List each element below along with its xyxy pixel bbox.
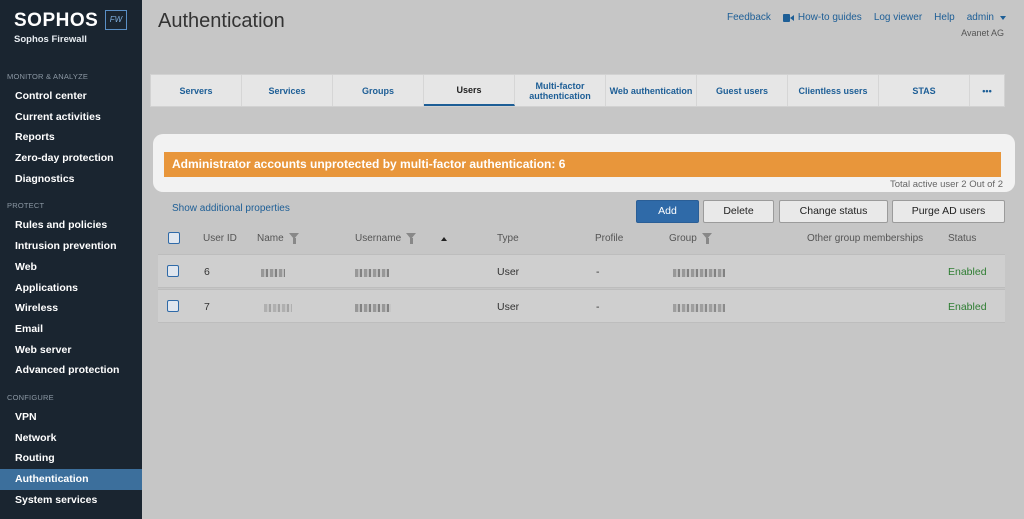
sidebar-item-diagnostics[interactable]: Diagnostics (0, 169, 142, 190)
name-filter-icon[interactable] (288, 233, 300, 244)
row-checkbox[interactable] (167, 265, 179, 277)
redacted-group (673, 304, 725, 312)
top-nav: Feedback How-to guides Log viewer Help a… (727, 12, 1006, 23)
redacted-name (264, 304, 292, 312)
sidebar-item-vpn[interactable]: VPN (0, 407, 142, 428)
redacted-username (355, 269, 389, 277)
redacted-group (673, 269, 725, 277)
table-header: User ID Name Username Type Profile Group… (158, 226, 1005, 254)
total-active-users: Total active user 2 Out of 2 (889, 179, 1003, 190)
sidebar-item-zero-day[interactable]: Zero-day protection (0, 148, 142, 169)
video-camera-icon (782, 13, 794, 22)
chevron-down-icon (1000, 15, 1006, 20)
col-profile[interactable]: Profile (595, 233, 623, 244)
more-tabs-icon[interactable]: ••• (970, 75, 1004, 106)
feedback-link[interactable]: Feedback (727, 12, 771, 23)
redacted-username (355, 304, 391, 312)
col-other-groups[interactable]: Other group memberships (807, 233, 923, 244)
col-type[interactable]: Type (497, 233, 519, 244)
row-profile: - (596, 266, 600, 278)
sidebar-item-web-server[interactable]: Web server (0, 340, 142, 361)
tab-groups[interactable]: Groups (333, 75, 424, 106)
sidebar-item-advanced[interactable]: Advanced protection (0, 360, 142, 381)
row-checkbox[interactable] (167, 300, 179, 312)
sort-ascending-icon[interactable] (441, 236, 448, 241)
row-type: User (497, 266, 520, 278)
sidebar-item-network[interactable]: Network (0, 428, 142, 449)
sidebar-item-reports[interactable]: Reports (0, 127, 142, 148)
col-userid[interactable]: User ID (203, 233, 237, 244)
purge-ad-users-button[interactable]: Purge AD users (892, 200, 1005, 223)
sidebar-item-current-activities[interactable]: Current activities (0, 107, 142, 128)
col-group[interactable]: Group (669, 233, 697, 244)
sidebar-item-applications[interactable]: Applications (0, 278, 142, 299)
mfa-alert-banner: Administrator accounts unprotected by mu… (164, 152, 1001, 177)
nav-section-protect: PROTECT (7, 201, 45, 211)
page-title: Authentication (158, 10, 285, 32)
sidebar-item-wireless[interactable]: Wireless (0, 298, 142, 319)
alert-panel: Administrator accounts unprotected by mu… (153, 134, 1015, 192)
col-name[interactable]: Name (257, 233, 284, 244)
tab-web-auth[interactable]: Web authentication (606, 75, 697, 106)
tab-bar: Servers Services Groups Users Multi-fact… (150, 74, 1005, 107)
col-username[interactable]: Username (355, 233, 401, 244)
tab-stas[interactable]: STAS (879, 75, 970, 106)
tab-mfa[interactable]: Multi-factor authentication (515, 75, 606, 106)
table-row[interactable]: 7 User - Enabled (158, 289, 1005, 323)
help-link[interactable]: Help (934, 12, 955, 23)
tab-clientless-users[interactable]: Clientless users (788, 75, 879, 106)
table-row[interactable]: 6 User - Enabled (158, 254, 1005, 288)
show-additional-properties-link[interactable]: Show additional properties (172, 203, 290, 214)
main-content: Authentication Feedback How-to guides Lo… (142, 0, 1024, 519)
status-badge: Enabled (948, 301, 987, 313)
group-filter-icon[interactable] (701, 233, 713, 244)
row-profile: - (596, 301, 600, 313)
col-status[interactable]: Status (948, 233, 976, 244)
fw-badge-icon: FW (105, 10, 127, 30)
status-badge: Enabled (948, 266, 987, 278)
sidebar-item-email[interactable]: Email (0, 319, 142, 340)
sidebar-item-system-services[interactable]: System services (0, 490, 142, 511)
tab-guest-users[interactable]: Guest users (697, 75, 788, 106)
row-user-id: 6 (204, 266, 210, 278)
row-user-id: 7 (204, 301, 210, 313)
nav-section-configure: CONFIGURE (7, 392, 54, 402)
admin-menu[interactable]: admin (967, 12, 1006, 23)
sidebar-item-authentication[interactable]: Authentication (0, 469, 142, 490)
sidebar-item-rules[interactable]: Rules and policies (0, 215, 142, 236)
row-type: User (497, 301, 520, 313)
tab-servers[interactable]: Servers (151, 75, 242, 106)
sidebar-item-routing[interactable]: Routing (0, 448, 142, 469)
org-name: Avanet AG (961, 28, 1004, 38)
add-button[interactable]: Add (636, 200, 699, 223)
brand-subtitle: Sophos Firewall (14, 34, 87, 45)
select-all-checkbox[interactable] (168, 232, 180, 244)
brand: SOPHOS Sophos Firewall FW (0, 0, 142, 60)
sidebar-item-ips[interactable]: Intrusion prevention (0, 236, 142, 257)
howto-label: How-to guides (797, 12, 862, 23)
change-status-button[interactable]: Change status (779, 200, 888, 223)
tab-users[interactable]: Users (424, 75, 515, 106)
delete-button[interactable]: Delete (703, 200, 774, 223)
redacted-name (261, 269, 285, 277)
username-filter-icon[interactable] (406, 233, 417, 244)
tab-services[interactable]: Services (242, 75, 333, 106)
howto-link[interactable]: How-to guides (782, 12, 862, 23)
nav-section-monitor: MONITOR & ANALYZE (7, 72, 89, 81)
log-viewer-link[interactable]: Log viewer (874, 12, 922, 23)
sidebar-item-web[interactable]: Web (0, 257, 142, 278)
sidebar: SOPHOS Sophos Firewall FW MONITOR & ANAL… (0, 0, 142, 519)
sidebar-item-control-center[interactable]: Control center (0, 86, 142, 107)
admin-label: admin (966, 12, 994, 23)
